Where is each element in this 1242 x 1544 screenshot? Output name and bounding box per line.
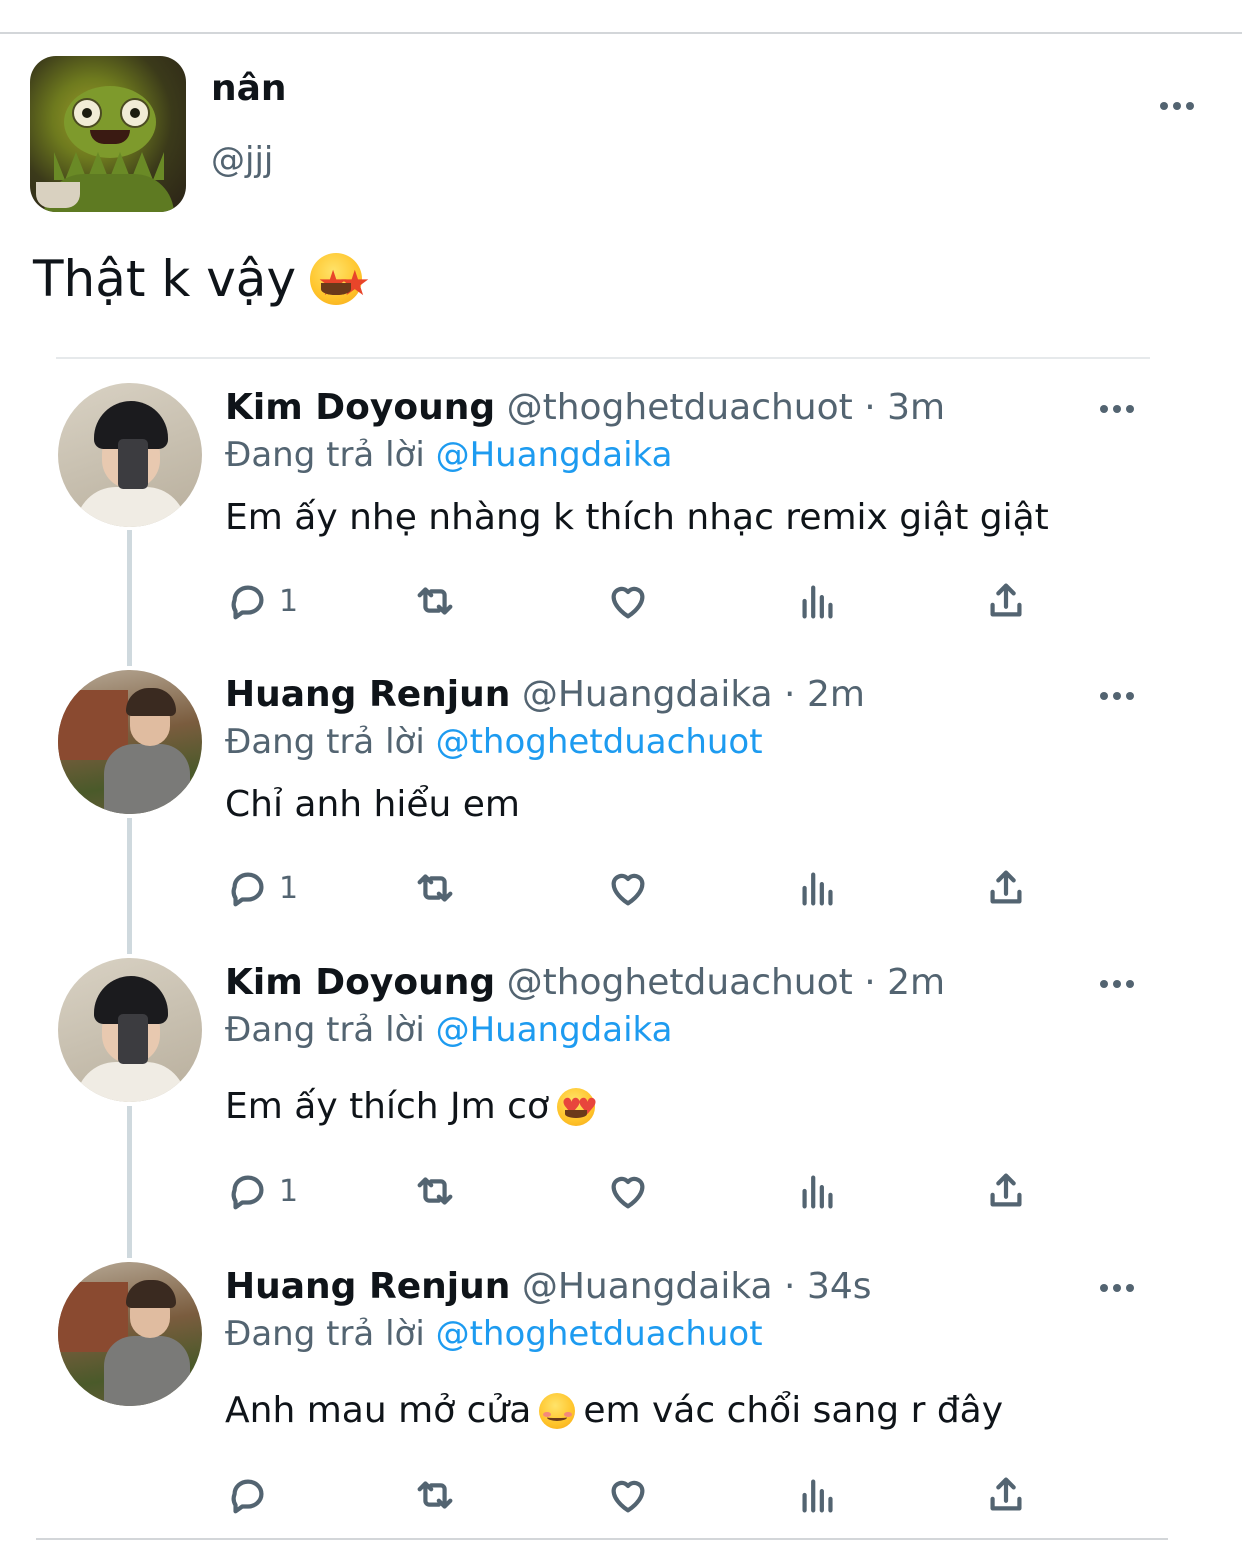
- reply-meta: @Huangdaika · 2m: [521, 674, 865, 715]
- share-icon: [990, 583, 1022, 617]
- share-button[interactable]: [983, 865, 1029, 911]
- share-icon: [990, 1173, 1022, 1207]
- reply-text: Em ấy thích Jm cơ ♥ ♥: [225, 1086, 598, 1127]
- replying-label: Đang trả lời: [225, 1314, 425, 1354]
- reply-text: Anh mau mở cửa em vác chổi sang r đây: [225, 1390, 1003, 1431]
- heart-icon: [611, 586, 645, 619]
- author-avatar[interactable]: [30, 56, 186, 212]
- analytics-icon: [802, 1175, 833, 1209]
- action-bar: 1: [225, 865, 1055, 913]
- reply-icon: [231, 585, 264, 620]
- tweet-text-content: Thật k vậy: [33, 250, 297, 308]
- reply-count: 1: [279, 1173, 299, 1209]
- share-button[interactable]: [983, 578, 1029, 624]
- reply-button[interactable]: 1: [225, 578, 298, 624]
- tweet-text: Thật k vậy ★ ★: [33, 250, 371, 308]
- thread-connector: [127, 530, 132, 666]
- retweet-button[interactable]: [412, 865, 458, 911]
- reply-count: 1: [279, 583, 299, 619]
- smiling-blush-emoji: [539, 1392, 576, 1429]
- reply-button[interactable]: [225, 1472, 279, 1518]
- reply-author-name[interactable]: Kim Doyoung: [225, 387, 495, 428]
- reply-text: Em ấy nhẹ nhàng k thích nhạc remix giật …: [225, 497, 1049, 538]
- more-options-icon[interactable]: [1100, 1284, 1134, 1292]
- author-name[interactable]: nân: [211, 68, 287, 109]
- reply-text-content: Anh mau mở cửa: [225, 1390, 532, 1431]
- like-button[interactable]: [605, 1168, 651, 1214]
- analytics-icon: [802, 585, 833, 619]
- reply-icon: [231, 1175, 264, 1210]
- replying-label: Đang trả lời: [225, 1010, 425, 1050]
- reply-count: 1: [279, 870, 299, 906]
- more-options-icon[interactable]: [1100, 980, 1134, 988]
- reply-author-name[interactable]: Huang Renjun: [225, 674, 510, 715]
- like-button[interactable]: [605, 578, 651, 624]
- replying-mention[interactable]: @Huangdaika: [436, 435, 673, 475]
- reply-meta: @Huangdaika · 34s: [521, 1266, 872, 1307]
- views-button[interactable]: [795, 1472, 841, 1518]
- bottom-divider: [36, 1538, 1168, 1540]
- huang-avatar[interactable]: [58, 670, 202, 814]
- reply-icon: [231, 872, 264, 907]
- replying-mention[interactable]: @thoghetduachuot: [436, 722, 763, 762]
- replying-label: Đang trả lời: [225, 435, 425, 475]
- reply-icon: [231, 1479, 264, 1514]
- like-button[interactable]: [605, 865, 651, 911]
- thread-connector: [127, 1106, 132, 1258]
- reply-text: Chỉ anh hiểu em: [225, 784, 520, 825]
- reply-button[interactable]: 1: [225, 865, 298, 911]
- heart-eyes-emoji: ♥ ♥: [557, 1087, 598, 1126]
- views-button[interactable]: [795, 578, 841, 624]
- author-handle[interactable]: @jjj: [211, 140, 273, 180]
- huang-avatar[interactable]: [58, 1262, 202, 1406]
- kim-avatar[interactable]: [58, 958, 202, 1102]
- retweet-icon: [417, 874, 453, 902]
- top-divider: [0, 32, 1242, 34]
- retweet-icon: [417, 1177, 453, 1205]
- more-options-icon[interactable]: [1160, 102, 1194, 110]
- reply-author-name[interactable]: Kim Doyoung: [225, 962, 495, 1003]
- retweet-icon: [417, 1481, 453, 1509]
- action-bar: [225, 1472, 1055, 1520]
- heart-icon: [611, 1176, 645, 1209]
- retweet-button[interactable]: [412, 578, 458, 624]
- reply-meta: @thoghetduachuot · 3m: [506, 387, 946, 428]
- star-struck-emoji: ★ ★: [310, 253, 371, 305]
- share-icon: [990, 1477, 1022, 1511]
- action-bar: 1: [225, 1168, 1055, 1216]
- action-bar: 1: [225, 578, 1055, 626]
- views-button[interactable]: [795, 865, 841, 911]
- retweet-button[interactable]: [412, 1168, 458, 1214]
- retweet-icon: [417, 587, 453, 615]
- reply-button[interactable]: 1: [225, 1168, 298, 1214]
- analytics-icon: [802, 1479, 833, 1513]
- kim-avatar[interactable]: [58, 383, 202, 527]
- heart-icon: [611, 873, 645, 906]
- replying-mention[interactable]: @thoghetduachuot: [436, 1314, 763, 1354]
- share-button[interactable]: [983, 1168, 1029, 1214]
- reply-author-name[interactable]: Huang Renjun: [225, 1266, 510, 1307]
- share-button[interactable]: [983, 1472, 1029, 1518]
- more-options-icon[interactable]: [1100, 405, 1134, 413]
- replying-label: Đang trả lời: [225, 722, 425, 762]
- divider: [56, 357, 1150, 359]
- like-button[interactable]: [605, 1472, 651, 1518]
- heart-icon: [611, 1480, 645, 1513]
- replying-mention[interactable]: @Huangdaika: [436, 1010, 673, 1050]
- retweet-button[interactable]: [412, 1472, 458, 1518]
- reply-text-content: Em ấy thích Jm cơ: [225, 1086, 549, 1127]
- reply-text-content-end: em vác chổi sang r đây: [583, 1390, 1004, 1431]
- views-button[interactable]: [795, 1168, 841, 1214]
- reply-text-content: Chỉ anh hiểu em: [225, 784, 520, 825]
- analytics-icon: [802, 872, 833, 906]
- more-options-icon[interactable]: [1100, 692, 1134, 700]
- reply-meta: @thoghetduachuot · 2m: [506, 962, 946, 1003]
- thread-connector: [127, 818, 132, 954]
- share-icon: [990, 870, 1022, 904]
- reply-text-content: Em ấy nhẹ nhàng k thích nhạc remix giật …: [225, 497, 1049, 538]
